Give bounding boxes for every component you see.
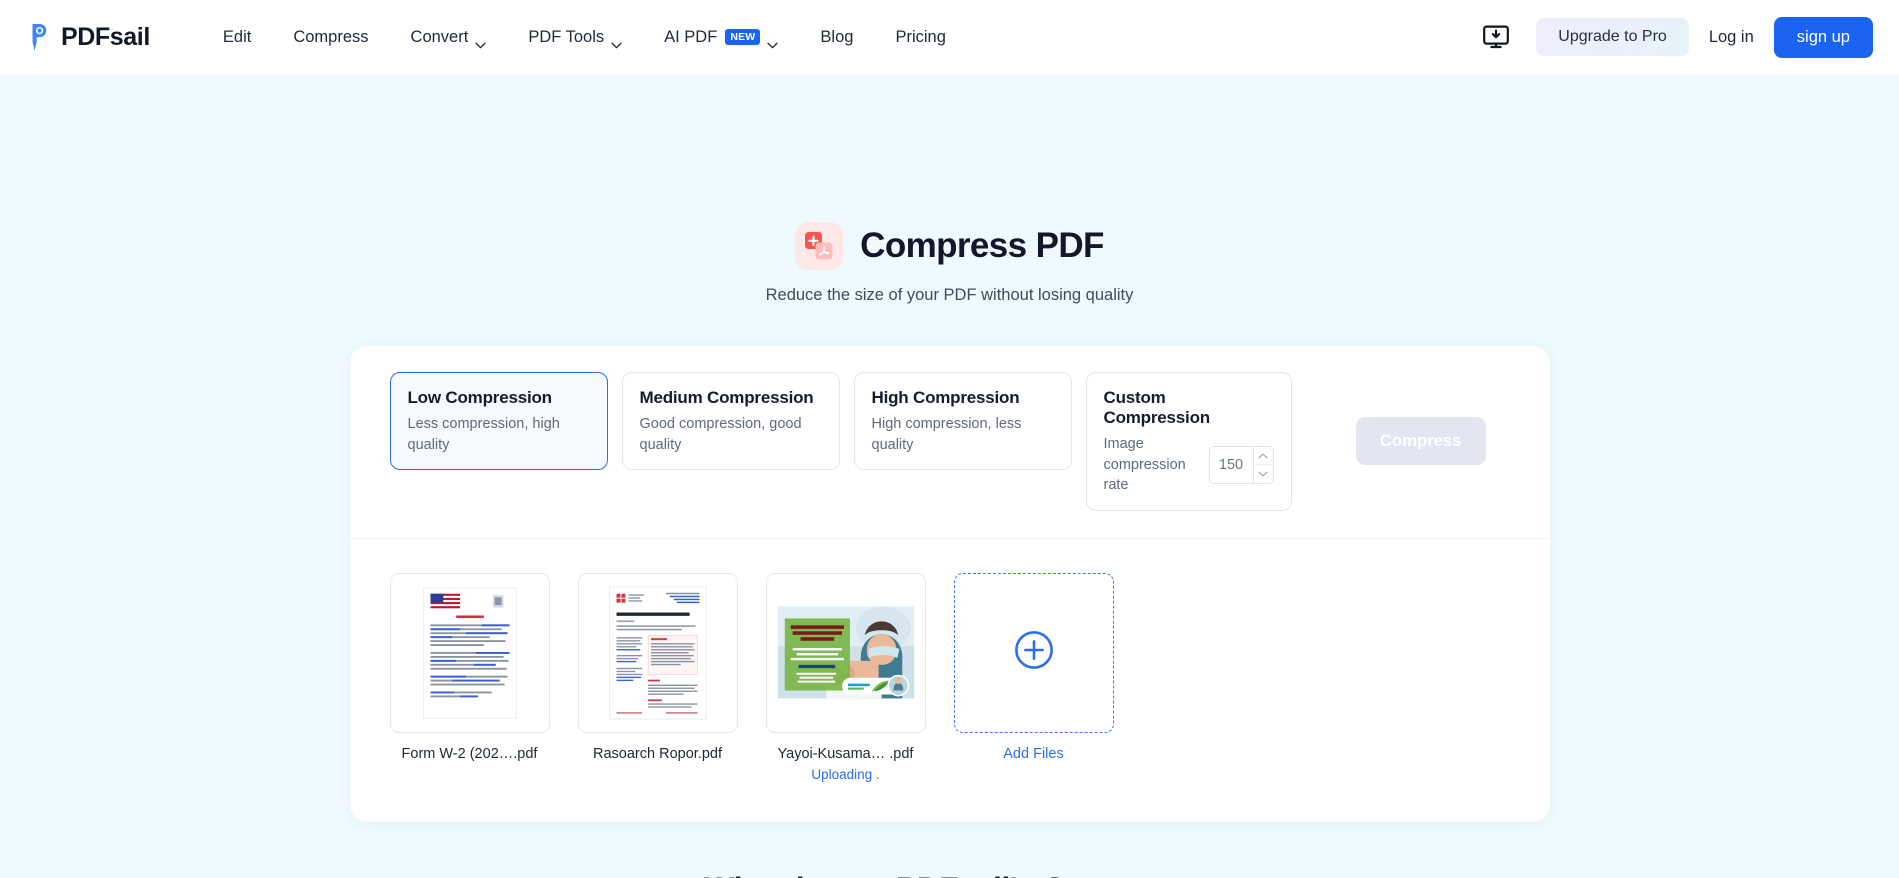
option-title: Custom Compression — [1103, 388, 1211, 427]
stepper-decrement-button[interactable] — [1253, 465, 1273, 483]
new-badge: NEW — [725, 28, 761, 46]
nav-item-pdf-tools[interactable]: PDF Tools — [507, 20, 643, 55]
option-title: Medium Compression — [639, 388, 814, 407]
option-card-low-compression[interactable]: Low Compression Less compression, high q… — [389, 372, 608, 471]
file-upload-status: Uploading . — [811, 766, 880, 782]
compress-pdf-icon — [795, 222, 844, 270]
compress-button[interactable]: Compress — [1355, 417, 1486, 466]
signup-button[interactable]: sign up — [1773, 16, 1873, 58]
hero-title-row: Compress PDF — [0, 222, 1899, 270]
file-name: Yayoi-Kusama… .pdf — [777, 745, 914, 762]
file-item: Yayoi-Kusama… .pdf Uploading . — [765, 572, 926, 782]
option-title: Low Compression — [407, 388, 553, 407]
nav-links: Edit Compress Convert PDF Tools AI PDF N… — [202, 20, 967, 55]
file-thumbnail-dental-market-slide[interactable] — [765, 572, 926, 733]
file-item: Rasoarch Ropor.pdf — [577, 572, 738, 762]
file-thumbnail-us-flag-letter-document[interactable] — [389, 572, 550, 733]
option-description: Good compression, good quality — [639, 416, 802, 453]
nav-item-ai-pdf[interactable]: AI PDF NEW — [643, 20, 799, 55]
chevron-down-icon — [767, 35, 779, 48]
nav-item-label: Blog — [820, 27, 854, 46]
option-card-high-compression[interactable]: High Compression High compression, less … — [853, 372, 1072, 471]
pdfsail-pen-logo-icon — [22, 21, 52, 53]
add-files-cell: Add Files — [953, 572, 1114, 762]
page-title: Compress PDF — [860, 226, 1104, 265]
plus-circle-icon — [1014, 630, 1054, 675]
page-subtitle: Reduce the size of your PDF without losi… — [765, 286, 1134, 304]
nav-item-edit[interactable]: Edit — [202, 20, 272, 55]
top-navigation-bar: PDFsail Edit Compress Convert PDF Tools … — [0, 0, 1899, 74]
nav-item-convert[interactable]: Convert — [390, 20, 508, 55]
add-files-dropzone[interactable] — [953, 572, 1114, 733]
nav-item-label: Edit — [222, 27, 252, 46]
custom-compression-body: Image compression rate — [1104, 434, 1274, 496]
nav-item-compress[interactable]: Compress — [272, 20, 389, 55]
compress-panel: Low Compression Less compression, high q… — [349, 346, 1550, 822]
compression-options-row: Low Compression Less compression, high q… — [350, 346, 1550, 538]
desktop-download-icon[interactable] — [1479, 20, 1513, 54]
chevron-down-icon — [611, 35, 622, 48]
option-description: High compression, less quality — [871, 416, 1022, 453]
chevron-down-icon — [475, 35, 487, 48]
nav-item-pricing[interactable]: Pricing — [874, 20, 966, 55]
nav-right-actions: Upgrade to Pro Log in sign up — [1479, 16, 1873, 58]
brand-name: PDFsail — [61, 22, 150, 51]
nav-item-label: Pricing — [895, 27, 946, 46]
file-item: Form W-2 (202….pdf — [389, 572, 550, 762]
add-files-label[interactable]: Add Files — [954, 746, 1114, 762]
nav-item-label: Compress — [293, 27, 369, 46]
file-name: Rasoarch Ropor.pdf — [593, 745, 722, 762]
option-title: High Compression — [871, 388, 1020, 407]
image-compression-rate-label: Image compression rate — [1103, 436, 1186, 494]
bottom-section-heading: Why choose PDFsail's Compress — [0, 871, 1899, 878]
stepper-increment-button[interactable] — [1253, 446, 1273, 466]
brand-logo-link[interactable]: PDFsail — [22, 21, 150, 53]
nav-item-label: PDF Tools — [528, 27, 605, 46]
image-compression-rate-input[interactable] — [1209, 446, 1253, 483]
nav-item-blog[interactable]: Blog — [799, 20, 874, 55]
nav-item-label: AI PDF — [664, 27, 718, 46]
file-list-row: Form W-2 (202….pdf Rasoarch Ropor.pdf Ya… — [350, 539, 1550, 822]
file-thumbnail-academic-paper-document[interactable] — [577, 572, 738, 733]
option-card-custom-compression[interactable]: Custom Compression Image compression rat… — [1085, 372, 1292, 511]
option-card-medium-compression[interactable]: Medium Compression Good compression, goo… — [621, 372, 840, 471]
image-compression-rate-stepper[interactable] — [1208, 445, 1274, 484]
upgrade-to-pro-button[interactable]: Upgrade to Pro — [1536, 18, 1689, 56]
login-link[interactable]: Log in — [1689, 20, 1774, 55]
option-description: Less compression, high quality — [407, 416, 560, 453]
page-body: Compress PDF Reduce the size of your PDF… — [0, 74, 1899, 878]
nav-item-label: Convert — [410, 27, 469, 46]
hero-section: Compress PDF Reduce the size of your PDF… — [0, 74, 1899, 305]
file-name: Form W-2 (202….pdf — [401, 745, 538, 762]
stepper-buttons — [1252, 446, 1273, 483]
